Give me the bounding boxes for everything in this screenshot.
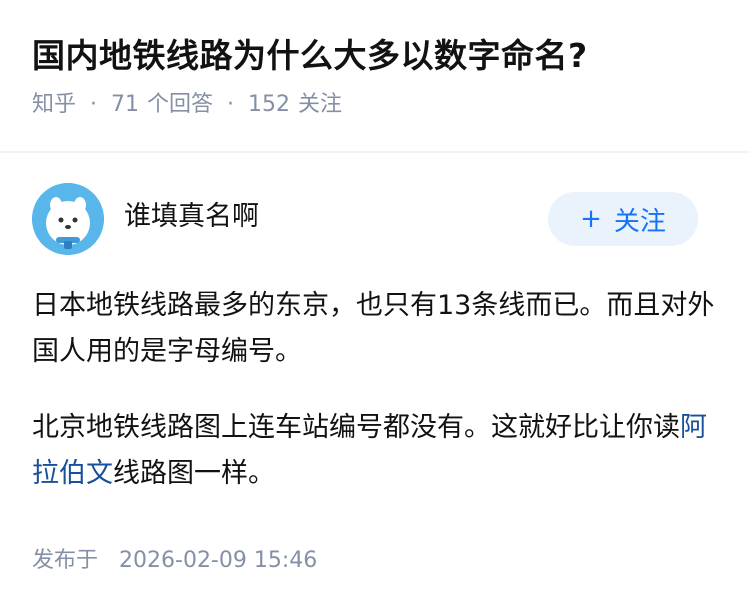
follow-label: 关注: [613, 206, 666, 237]
meta-separator-2: ·: [227, 92, 235, 117]
answers-label: 个回答: [147, 92, 214, 117]
followers-label: 关注: [298, 92, 343, 117]
publish-datetime: 2026-02-09 15:46: [119, 548, 318, 573]
answers-count: 71: [111, 92, 140, 117]
question-meta: 知乎 · 71 个回答 · 152 关注: [32, 90, 718, 120]
question-title[interactable]: 国内地铁线路为什么大多以数字命名?: [32, 34, 718, 78]
avatar-icon: [32, 183, 104, 255]
plus-icon: +: [580, 204, 602, 234]
avatar[interactable]: [32, 183, 104, 255]
author-row: 谁填真名啊 + 关注: [0, 183, 750, 259]
answer-paragraph-2: 北京地铁线路图上连车站编号都没有。这就好比让你读阿拉伯文线路图一样。: [32, 405, 718, 497]
paragraph-2-text-after: 线路图一样。: [113, 458, 275, 489]
paragraph-2-text-before: 北京地铁线路图上连车站编号都没有。这就好比让你读: [32, 412, 680, 443]
publish-label: 发布于: [32, 548, 99, 573]
answer-paragraph-1: 日本地铁线路最多的东京，也只有13条线而已。而且对外国人用的是字母编号。: [32, 290, 715, 367]
follow-button[interactable]: + 关注: [548, 192, 698, 246]
header-divider: [0, 151, 750, 153]
question-header: 国内地铁线路为什么大多以数字命名? 知乎 · 71 个回答 · 152 关注: [0, 0, 750, 117]
source-label[interactable]: 知乎: [32, 90, 76, 120]
author-name[interactable]: 谁填真名啊: [124, 199, 259, 235]
publish-time: 发布于 2026-02-09 15:46: [32, 546, 317, 576]
answer-content: 日本地铁线路最多的东京，也只有13条线而已。而且对外国人用的是字母编号。 北京地…: [32, 283, 718, 527]
meta-separator: ·: [90, 92, 98, 117]
followers-count: 152: [248, 92, 291, 117]
